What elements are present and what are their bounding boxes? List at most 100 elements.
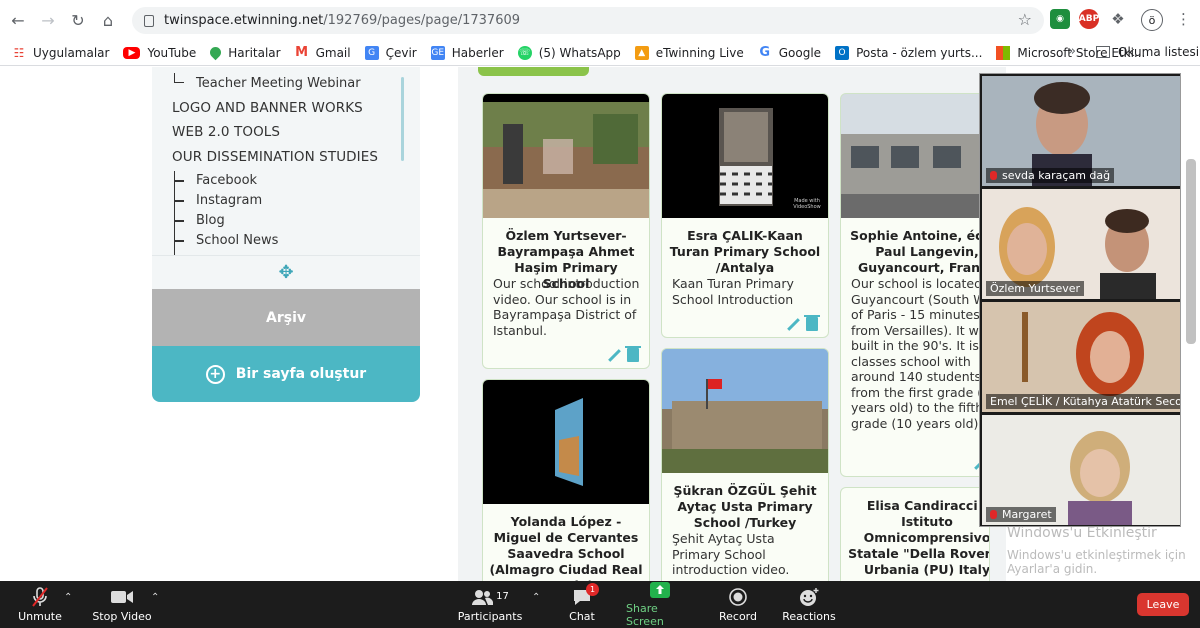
card-title[interactable]: Sophie Antoine, école Paul Langevin, Guy… xyxy=(845,228,989,276)
forward-icon[interactable]: → xyxy=(36,8,60,32)
chat-button[interactable]: 1 Chat xyxy=(562,581,602,628)
sidebar-item-facebook[interactable]: Facebook xyxy=(196,173,257,188)
bookmark-label: Haberler xyxy=(451,45,504,60)
video-tile-sevda[interactable]: sevda karaçam dağ xyxy=(982,76,1180,186)
news-icon: GE xyxy=(430,45,445,60)
video-thumbnail[interactable] xyxy=(662,349,828,473)
bookmark-google[interactable]: G Google xyxy=(758,45,822,60)
page-scrollbar[interactable] xyxy=(1186,159,1196,344)
thumbnail-caption: Made with VideoShow xyxy=(793,198,821,210)
adblock-icon[interactable]: ABP xyxy=(1079,9,1099,29)
tree-tick-icon xyxy=(174,220,184,222)
sidebar-item-school-news[interactable]: School News xyxy=(196,233,278,248)
page-cards-grid: Özlem Yurtsever- Bayrampaşa Ahmet Haşim … xyxy=(458,67,1006,599)
translate-icon: G xyxy=(364,45,379,60)
card-title[interactable]: Şükran ÖZGÜL Şehit Aytaç Usta Primary Sc… xyxy=(668,483,822,531)
card-esra[interactable]: Made with VideoShow Esra ÇALIK-Kaan Tura… xyxy=(661,93,829,338)
smiley-icon xyxy=(799,587,819,607)
bookmark-whatsapp[interactable]: ☏ (5) WhatsApp xyxy=(517,45,621,60)
bookmark-youtube[interactable]: ▶ YouTube xyxy=(123,46,196,60)
create-page-button[interactable]: + Bir sayfa oluştur xyxy=(152,346,420,402)
card-sophie[interactable]: Sophie Antoine, école Paul Langevin, Guy… xyxy=(840,93,990,477)
bookmarks-more-icon[interactable]: » xyxy=(1068,44,1076,59)
video-tile-emel[interactable]: Emel ÇELİK / Kütahya Atatürk Secon... xyxy=(982,302,1180,412)
sidebar-item-logo-banner[interactable]: LOGO AND BANNER WORKS xyxy=(172,100,363,116)
card-yolanda[interactable]: Yolanda López - Miguel de Cervantes Saav… xyxy=(482,379,650,599)
bookmark-news[interactable]: GE Haberler xyxy=(430,45,504,60)
bookmark-apps[interactable]: ☷ Uygulamalar xyxy=(12,46,110,60)
video-thumbnail[interactable] xyxy=(483,380,649,504)
participants-options-chevron-icon[interactable]: ⌃ xyxy=(532,592,540,603)
participant-name-tag: Margaret xyxy=(986,507,1056,522)
edit-pencil-icon[interactable] xyxy=(607,348,621,362)
home-icon[interactable]: ⌂ xyxy=(96,8,120,32)
gmail-icon: M xyxy=(295,45,309,60)
share-screen-button[interactable]: Share Screen xyxy=(626,581,694,628)
video-thumbnail[interactable]: Made with VideoShow xyxy=(662,94,828,218)
bookmark-label: (5) WhatsApp xyxy=(538,45,621,60)
card-title[interactable]: Esra ÇALIK-Kaan Turan Primary School /An… xyxy=(668,228,822,276)
archive-button[interactable]: Arşiv xyxy=(152,289,420,346)
bookmark-etwinning[interactable]: ▲ eTwinning Live xyxy=(634,45,744,60)
participant-count: 17 xyxy=(496,591,509,602)
chat-label: Chat xyxy=(569,609,595,623)
whatsapp-icon: ☏ xyxy=(517,45,532,60)
chat-bubble-icon: 1 xyxy=(572,582,599,607)
participants-button[interactable]: 17 Participants xyxy=(458,581,522,628)
card-ozlem[interactable]: Özlem Yurtsever- Bayrampaşa Ahmet Haşim … xyxy=(482,93,650,369)
puzzle-extensions-icon[interactable]: ❖ xyxy=(1108,9,1128,29)
reload-icon[interactable]: ↻ xyxy=(66,8,90,32)
back-icon[interactable]: ← xyxy=(6,8,30,32)
bookmark-translate[interactable]: G Çevir xyxy=(364,45,417,60)
participant-name: Emel ÇELİK / Kütahya Atatürk Secon... xyxy=(990,395,1180,408)
video-camera-icon xyxy=(110,587,134,607)
profile-avatar[interactable]: ö xyxy=(1141,9,1163,31)
reactions-label: Reactions xyxy=(782,609,836,623)
sidebar-item-blog[interactable]: Blog xyxy=(196,213,225,228)
etwinning-icon: ▲ xyxy=(634,45,649,60)
rotated-screen-image xyxy=(555,398,583,486)
extension-green-icon[interactable]: ◉ xyxy=(1050,9,1070,29)
tree-tick-icon xyxy=(174,180,184,182)
bookmark-star-icon[interactable]: ☆ xyxy=(1018,10,1032,29)
card-title[interactable]: Elisa Candiracci - Istituto Omnicomprens… xyxy=(845,498,989,578)
card-description: Our school introduction video. Our schoo… xyxy=(493,276,640,338)
delete-trash-icon[interactable] xyxy=(804,315,820,331)
reading-list-button[interactable]: Okuma listesi xyxy=(1096,45,1199,59)
sidebar-page-list: Teacher Meeting Webinar LOGO AND BANNER … xyxy=(152,67,420,259)
bookmark-maps[interactable]: Haritalar xyxy=(207,44,281,61)
record-button[interactable]: Record xyxy=(716,581,760,628)
stop-video-label: Stop Video xyxy=(92,609,152,623)
school-photo[interactable] xyxy=(841,94,989,218)
bookmark-gmail[interactable]: M Gmail xyxy=(295,45,350,60)
sidebar-item-dissemination[interactable]: OUR DISSEMINATION STUDIES xyxy=(172,149,378,165)
audio-options-chevron-icon[interactable]: ⌃ xyxy=(64,592,72,603)
leave-button[interactable]: Leave xyxy=(1137,593,1189,616)
unmute-button[interactable]: Unmute xyxy=(18,581,62,628)
reading-list-label: Okuma listesi xyxy=(1118,45,1200,59)
sidebar-scrollbar[interactable] xyxy=(401,77,404,161)
move-arrows-icon[interactable]: ✥ xyxy=(152,255,420,289)
green-action-button[interactable] xyxy=(478,67,589,76)
card-sukran[interactable]: Şükran ÖZGÜL Şehit Aytaç Usta Primary Sc… xyxy=(661,348,829,598)
sidebar-item-web20-tools[interactable]: WEB 2.0 TOOLS xyxy=(172,124,280,140)
bookmarks-bar: ☷ Uygulamalar ▶ YouTube Haritalar M Gmail G… xyxy=(0,40,1200,66)
chat-badge: 1 xyxy=(586,582,599,596)
video-tile-margaret[interactable]: Margaret xyxy=(982,415,1180,525)
stop-video-button[interactable]: Stop Video xyxy=(92,581,152,628)
sidebar-item-teacher-meeting-webinar[interactable]: Teacher Meeting Webinar xyxy=(196,76,361,91)
video-options-chevron-icon[interactable]: ⌃ xyxy=(151,592,159,603)
outlook-icon: O xyxy=(835,45,850,60)
video-tile-ozlem[interactable]: Özlem Yurtsever xyxy=(982,189,1180,299)
reactions-button[interactable]: Reactions xyxy=(782,581,836,628)
kebab-menu-icon[interactable]: ⋮ xyxy=(1176,10,1191,28)
video-thumbnail[interactable] xyxy=(483,94,649,218)
castle-flag-image xyxy=(662,349,828,473)
address-bar[interactable]: twinspace.etwinning.net/192769/pages/pag… xyxy=(132,7,1044,34)
tree-line-icon xyxy=(174,171,184,259)
bookmark-label: Google xyxy=(778,45,822,60)
bookmark-outlook[interactable]: O Posta - özlem yurts... xyxy=(835,45,982,60)
edit-pencil-icon[interactable] xyxy=(786,317,800,331)
delete-trash-icon[interactable] xyxy=(625,346,641,362)
sidebar-item-instagram[interactable]: Instagram xyxy=(196,193,262,208)
